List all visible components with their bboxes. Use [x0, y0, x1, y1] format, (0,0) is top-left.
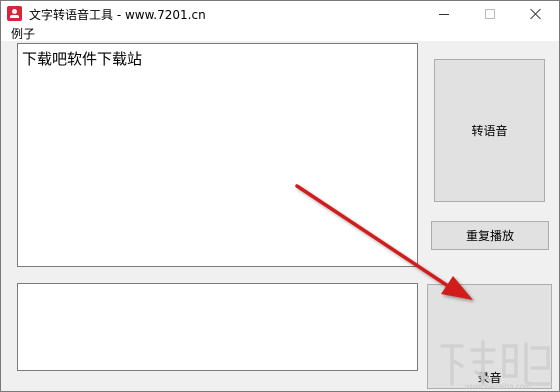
maximize-icon [485, 9, 495, 19]
close-icon [530, 8, 542, 20]
minimize-button[interactable] [421, 1, 467, 27]
menu-item-examples[interactable]: 例子 [11, 25, 35, 42]
convert-button-label: 转语音 [471, 124, 508, 138]
text-input-area[interactable]: 下载吧软件下载站 [17, 43, 418, 267]
maximize-button[interactable] [467, 1, 513, 27]
replay-button-label: 重复播放 [465, 229, 514, 243]
record-button-label: 录音 [477, 371, 502, 385]
close-button[interactable] [513, 1, 559, 27]
window-title: 文字转语音工具 - www.7201.cn [29, 8, 206, 22]
app-icon [7, 6, 22, 21]
menu-bar: 例子 [1, 27, 559, 41]
record-output-area[interactable] [17, 283, 418, 371]
convert-to-speech-button[interactable]: 转语音 [434, 59, 545, 202]
main-window: 文字转语音工具 - www.7201.cn 例子 下载吧软件下载站 转语音 重复… [0, 0, 560, 392]
replay-button[interactable]: 重复播放 [431, 221, 549, 250]
title-bar[interactable]: 文字转语音工具 - www.7201.cn [1, 1, 559, 27]
minimize-icon [439, 13, 449, 15]
record-button[interactable]: 录音 [427, 284, 552, 389]
